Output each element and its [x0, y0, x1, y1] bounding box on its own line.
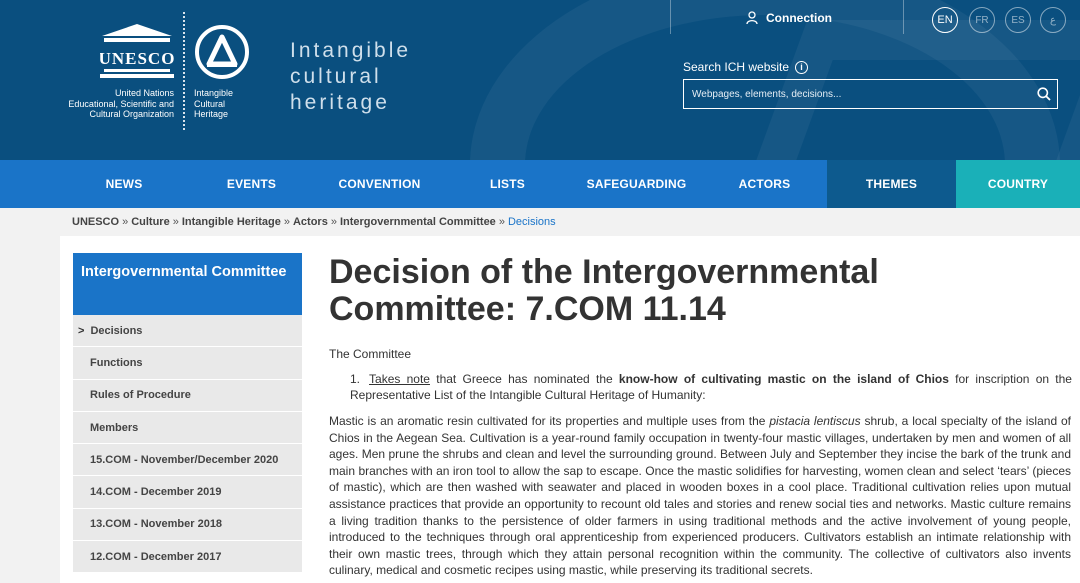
sidebar-item-rules[interactable]: Rules of Procedure	[73, 379, 302, 412]
lang-fr-button[interactable]: FR	[969, 7, 995, 33]
sidebar-item-label: Members	[90, 421, 139, 434]
breadcrumb-separator: »	[172, 216, 179, 228]
search-button[interactable]	[1031, 80, 1057, 108]
sidebar-item-functions[interactable]: Functions	[73, 347, 302, 380]
sidebar-item-label: Decisions	[90, 324, 143, 337]
ich-line: Cultural	[194, 98, 226, 109]
org-line: Cultural Organization	[89, 109, 174, 119]
sidebar-item-15com[interactable]: 15.COM - November/December 2020	[73, 444, 302, 477]
site-title-line: Intangible	[290, 39, 412, 62]
unesco-logo-text: UNESCO	[100, 49, 174, 68]
nav-safeguarding[interactable]: SAFEGUARDING	[571, 160, 702, 208]
search-icon	[1037, 87, 1051, 101]
lang-en-button[interactable]: EN	[932, 7, 958, 33]
ich-name: Intangible Cultural Heritage	[194, 88, 233, 120]
info-icon[interactable]: i	[795, 60, 809, 74]
species-name: pistacia lentiscus	[769, 414, 861, 428]
breadcrumb-item[interactable]: Intergovernmental Committee	[340, 216, 496, 228]
nav-actors[interactable]: ACTORS	[702, 160, 827, 208]
breadcrumb: UNESCO» Culture» Intangible Heritage» Actor…	[72, 216, 556, 228]
nav-news[interactable]: NEWS	[60, 160, 188, 208]
ich-line: Intangible	[194, 88, 234, 98]
nav-convention[interactable]: CONVENTION	[315, 160, 444, 208]
sidebar-heading[interactable]: Intergovernmental Committee	[73, 253, 302, 315]
item-number: 1.	[350, 372, 361, 386]
breadcrumb-separator: »	[122, 216, 129, 228]
description-paragraph: Mastic is an aromatic resin cultivated f…	[329, 413, 1071, 579]
main-nav: NEWS EVENTS CONVENTION LISTS SAFEGUARDIN…	[0, 160, 1080, 208]
paragraph-text: shrub, a local specialty of the island o…	[329, 414, 1071, 578]
nav-themes[interactable]: THEMES	[827, 160, 956, 208]
breadcrumb-item[interactable]: Culture	[131, 216, 170, 228]
site-title[interactable]: Intangible cultural heritage	[290, 38, 411, 116]
connection-label: Connection	[766, 11, 832, 25]
breadcrumb-current[interactable]: Decisions	[508, 216, 556, 228]
breadcrumb-separator: »	[330, 216, 337, 228]
sidebar-item-14com[interactable]: 14.COM - December 2019	[73, 476, 302, 509]
nav-country[interactable]: COUNTRY	[956, 160, 1080, 208]
item-text: that Greece has nominated the	[429, 372, 619, 386]
paragraph-text: Mastic is an aromatic resin cultivated f…	[329, 414, 770, 428]
user-icon	[746, 11, 758, 25]
decision-lead: The Committee	[329, 347, 412, 361]
sidebar-item-13com[interactable]: 13.COM - November 2018	[73, 508, 302, 542]
search-box	[683, 79, 1058, 109]
ich-line: Heritage	[194, 109, 229, 119]
lang-ar-button[interactable]: ع	[1040, 7, 1066, 33]
search-label-text: Search ICH website	[683, 60, 790, 74]
connection-link[interactable]: Connection	[746, 11, 832, 25]
sidebar-item-label: Rules of Procedure	[90, 389, 191, 402]
sidebar-item-label: 15.COM - November/December 2020	[90, 453, 279, 466]
lang-es-button[interactable]: ES	[1005, 7, 1031, 33]
site-header: UNESCO United Nations Educational, Scien…	[0, 0, 1080, 160]
search-label: Search ICH website i	[683, 60, 809, 74]
sidebar-item-members[interactable]: Members	[73, 411, 302, 445]
sidebar-item-decisions[interactable]: > Decisions	[73, 315, 302, 348]
sidebar-item-label: Functions	[90, 356, 143, 369]
org-line: United Nations	[114, 88, 174, 98]
search-input[interactable]	[684, 88, 1031, 100]
top-divider	[670, 0, 671, 34]
top-divider	[903, 0, 904, 34]
ich-logo-icon[interactable]	[193, 24, 253, 80]
breadcrumb-item[interactable]: Actors	[293, 216, 328, 228]
unesco-org-name: United Nations Educational, Scientific a…	[58, 88, 174, 120]
sidebar-item-12com[interactable]: 12.COM - December 2017	[73, 541, 302, 574]
unesco-temple-icon[interactable]: UNESCO	[100, 22, 174, 80]
breadcrumb-separator: »	[498, 216, 505, 228]
page-title: Decision of the Intergovernmental Commit…	[329, 253, 879, 328]
nav-events[interactable]: EVENTS	[188, 160, 315, 208]
sidebar-item-label: 12.COM - December 2017	[90, 550, 222, 563]
breadcrumb-item[interactable]: Intangible Heritage	[182, 216, 281, 228]
sidebar-item-label: 13.COM - November 2018	[90, 518, 223, 531]
caret-right-icon: >	[78, 324, 85, 337]
site-title-line: heritage	[290, 91, 390, 114]
breadcrumb-separator: »	[283, 216, 290, 228]
takes-note-link[interactable]: Takes note	[369, 372, 430, 386]
sidebar: Intergovernmental Committee > Decisions …	[73, 253, 302, 574]
nav-lists[interactable]: LISTS	[444, 160, 571, 208]
decision-item: 1. Takes note that Greece has nominated …	[350, 371, 1072, 403]
org-line: Educational, Scientific and	[68, 98, 174, 109]
logo-divider	[183, 12, 185, 130]
sidebar-item-label: 14.COM - December 2019	[90, 486, 222, 499]
site-title-line: cultural	[290, 65, 382, 88]
element-name: know-how of cultivating mastic on the is…	[618, 372, 949, 386]
breadcrumb-item[interactable]: UNESCO	[72, 216, 119, 228]
